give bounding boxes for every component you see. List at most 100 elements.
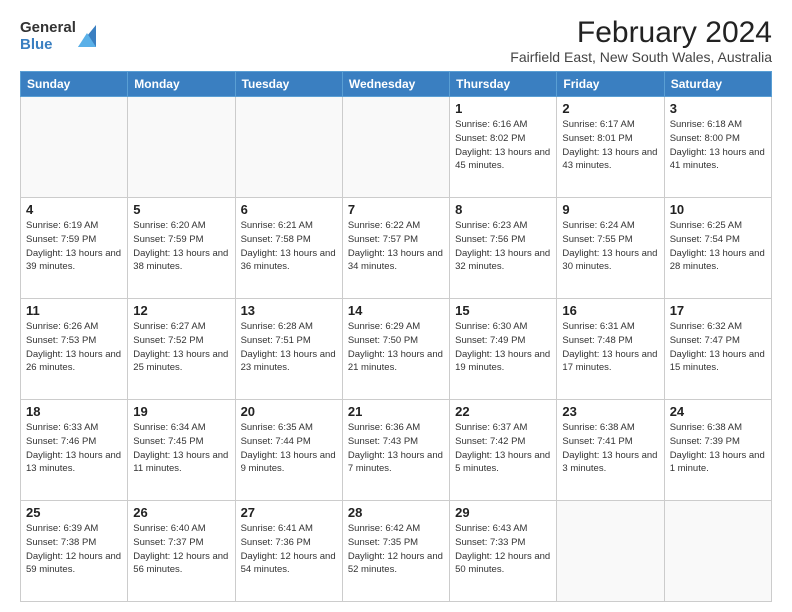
day-info: Sunrise: 6:19 AM Sunset: 7:59 PM Dayligh… — [26, 219, 122, 274]
calendar-week-row: 25 Sunrise: 6:39 AM Sunset: 7:38 PM Dayli… — [21, 501, 772, 602]
table-row — [235, 97, 342, 198]
day-info: Sunrise: 6:40 AM Sunset: 7:37 PM Dayligh… — [133, 522, 229, 577]
day-info: Sunrise: 6:36 AM Sunset: 7:43 PM Dayligh… — [348, 421, 444, 476]
day-number: 9 — [562, 202, 658, 217]
day-info: Sunrise: 6:16 AM Sunset: 8:02 PM Dayligh… — [455, 118, 551, 173]
title-block: February 2024 Fairfield East, New South … — [510, 16, 772, 65]
day-number: 4 — [26, 202, 122, 217]
day-number: 25 — [26, 505, 122, 520]
header-sunday: Sunday — [21, 72, 128, 97]
day-number: 15 — [455, 303, 551, 318]
day-number: 16 — [562, 303, 658, 318]
header-monday: Monday — [128, 72, 235, 97]
day-number: 3 — [670, 101, 766, 116]
header-thursday: Thursday — [450, 72, 557, 97]
day-number: 22 — [455, 404, 551, 419]
header: General Blue February 2024 Fairfield Eas… — [20, 16, 772, 65]
day-number: 27 — [241, 505, 337, 520]
day-number: 23 — [562, 404, 658, 419]
day-number: 2 — [562, 101, 658, 116]
day-info: Sunrise: 6:35 AM Sunset: 7:44 PM Dayligh… — [241, 421, 337, 476]
day-number: 28 — [348, 505, 444, 520]
table-row: 11 Sunrise: 6:26 AM Sunset: 7:53 PM Dayli… — [21, 299, 128, 400]
day-info: Sunrise: 6:43 AM Sunset: 7:33 PM Dayligh… — [455, 522, 551, 577]
table-row — [128, 97, 235, 198]
day-info: Sunrise: 6:24 AM Sunset: 7:55 PM Dayligh… — [562, 219, 658, 274]
table-row: 8 Sunrise: 6:23 AM Sunset: 7:56 PM Daylig… — [450, 198, 557, 299]
table-row: 21 Sunrise: 6:36 AM Sunset: 7:43 PM Dayli… — [342, 400, 449, 501]
day-info: Sunrise: 6:20 AM Sunset: 7:59 PM Dayligh… — [133, 219, 229, 274]
day-number: 8 — [455, 202, 551, 217]
day-info: Sunrise: 6:39 AM Sunset: 7:38 PM Dayligh… — [26, 522, 122, 577]
table-row: 25 Sunrise: 6:39 AM Sunset: 7:38 PM Dayli… — [21, 501, 128, 602]
day-number: 5 — [133, 202, 229, 217]
calendar-week-row: 4 Sunrise: 6:19 AM Sunset: 7:59 PM Daylig… — [21, 198, 772, 299]
table-row: 27 Sunrise: 6:41 AM Sunset: 7:36 PM Dayli… — [235, 501, 342, 602]
day-info: Sunrise: 6:21 AM Sunset: 7:58 PM Dayligh… — [241, 219, 337, 274]
table-row — [21, 97, 128, 198]
day-number: 19 — [133, 404, 229, 419]
table-row — [557, 501, 664, 602]
table-row: 29 Sunrise: 6:43 AM Sunset: 7:33 PM Dayli… — [450, 501, 557, 602]
day-number: 14 — [348, 303, 444, 318]
day-number: 17 — [670, 303, 766, 318]
day-info: Sunrise: 6:30 AM Sunset: 7:49 PM Dayligh… — [455, 320, 551, 375]
table-row: 3Sunrise: 6:18 AM Sunset: 8:00 PM Daylig… — [664, 97, 771, 198]
table-row: 7 Sunrise: 6:22 AM Sunset: 7:57 PM Daylig… — [342, 198, 449, 299]
day-info: Sunrise: 6:25 AM Sunset: 7:54 PM Dayligh… — [670, 219, 766, 274]
logo: General Blue — [20, 20, 96, 53]
day-info: Sunrise: 6:38 AM Sunset: 7:39 PM Dayligh… — [670, 421, 766, 476]
table-row: 2 Sunrise: 6:17 AM Sunset: 8:01 PM Daylig… — [557, 97, 664, 198]
day-number: 20 — [241, 404, 337, 419]
day-number: 24 — [670, 404, 766, 419]
calendar-header-row: Sunday Monday Tuesday Wednesday Thursday… — [21, 72, 772, 97]
day-number: 6 — [241, 202, 337, 217]
day-info: Sunrise: 6:28 AM Sunset: 7:51 PM Dayligh… — [241, 320, 337, 375]
header-friday: Friday — [557, 72, 664, 97]
table-row: 18Sunrise: 6:33 AM Sunset: 7:46 PM Dayli… — [21, 400, 128, 501]
table-row: 5 Sunrise: 6:20 AM Sunset: 7:59 PM Daylig… — [128, 198, 235, 299]
table-row: 4 Sunrise: 6:19 AM Sunset: 7:59 PM Daylig… — [21, 198, 128, 299]
day-info: Sunrise: 6:27 AM Sunset: 7:52 PM Dayligh… — [133, 320, 229, 375]
header-tuesday: Tuesday — [235, 72, 342, 97]
header-wednesday: Wednesday — [342, 72, 449, 97]
day-info: Sunrise: 6:23 AM Sunset: 7:56 PM Dayligh… — [455, 219, 551, 274]
header-saturday: Saturday — [664, 72, 771, 97]
calendar-week-row: 11 Sunrise: 6:26 AM Sunset: 7:53 PM Dayli… — [21, 299, 772, 400]
table-row — [342, 97, 449, 198]
subtitle: Fairfield East, New South Wales, Austral… — [510, 49, 772, 65]
table-row: 13Sunrise: 6:28 AM Sunset: 7:51 PM Dayli… — [235, 299, 342, 400]
logo-blue: Blue — [20, 37, 76, 54]
page: General Blue February 2024 Fairfield Eas… — [0, 0, 792, 612]
day-number: 7 — [348, 202, 444, 217]
day-info: Sunrise: 6:34 AM Sunset: 7:45 PM Dayligh… — [133, 421, 229, 476]
day-info: Sunrise: 6:17 AM Sunset: 8:01 PM Dayligh… — [562, 118, 658, 173]
table-row — [664, 501, 771, 602]
logo-general: General — [20, 20, 76, 37]
calendar-table: Sunday Monday Tuesday Wednesday Thursday… — [20, 71, 772, 602]
main-title: February 2024 — [510, 16, 772, 49]
table-row: 15 Sunrise: 6:30 AM Sunset: 7:49 PM Dayli… — [450, 299, 557, 400]
day-info: Sunrise: 6:26 AM Sunset: 7:53 PM Dayligh… — [26, 320, 122, 375]
day-info: Sunrise: 6:37 AM Sunset: 7:42 PM Dayligh… — [455, 421, 551, 476]
day-number: 11 — [26, 303, 122, 318]
day-info: Sunrise: 6:42 AM Sunset: 7:35 PM Dayligh… — [348, 522, 444, 577]
day-number: 29 — [455, 505, 551, 520]
calendar-week-row: 18Sunrise: 6:33 AM Sunset: 7:46 PM Dayli… — [21, 400, 772, 501]
table-row: 16 Sunrise: 6:31 AM Sunset: 7:48 PM Dayli… — [557, 299, 664, 400]
table-row: 26Sunrise: 6:40 AM Sunset: 7:37 PM Dayli… — [128, 501, 235, 602]
table-row: 6 Sunrise: 6:21 AM Sunset: 7:58 PM Daylig… — [235, 198, 342, 299]
day-info: Sunrise: 6:22 AM Sunset: 7:57 PM Dayligh… — [348, 219, 444, 274]
day-info: Sunrise: 6:31 AM Sunset: 7:48 PM Dayligh… — [562, 320, 658, 375]
logo-text: General Blue — [20, 20, 76, 53]
day-number: 12 — [133, 303, 229, 318]
calendar-week-row: 1 Sunrise: 6:16 AM Sunset: 8:02 PM Daylig… — [21, 97, 772, 198]
logo-icon — [78, 25, 96, 47]
day-number: 21 — [348, 404, 444, 419]
table-row: 14Sunrise: 6:29 AM Sunset: 7:50 PM Dayli… — [342, 299, 449, 400]
table-row: 20 Sunrise: 6:35 AM Sunset: 7:44 PM Dayli… — [235, 400, 342, 501]
table-row: 23Sunrise: 6:38 AM Sunset: 7:41 PM Dayli… — [557, 400, 664, 501]
day-info: Sunrise: 6:41 AM Sunset: 7:36 PM Dayligh… — [241, 522, 337, 577]
day-number: 10 — [670, 202, 766, 217]
day-number: 1 — [455, 101, 551, 116]
